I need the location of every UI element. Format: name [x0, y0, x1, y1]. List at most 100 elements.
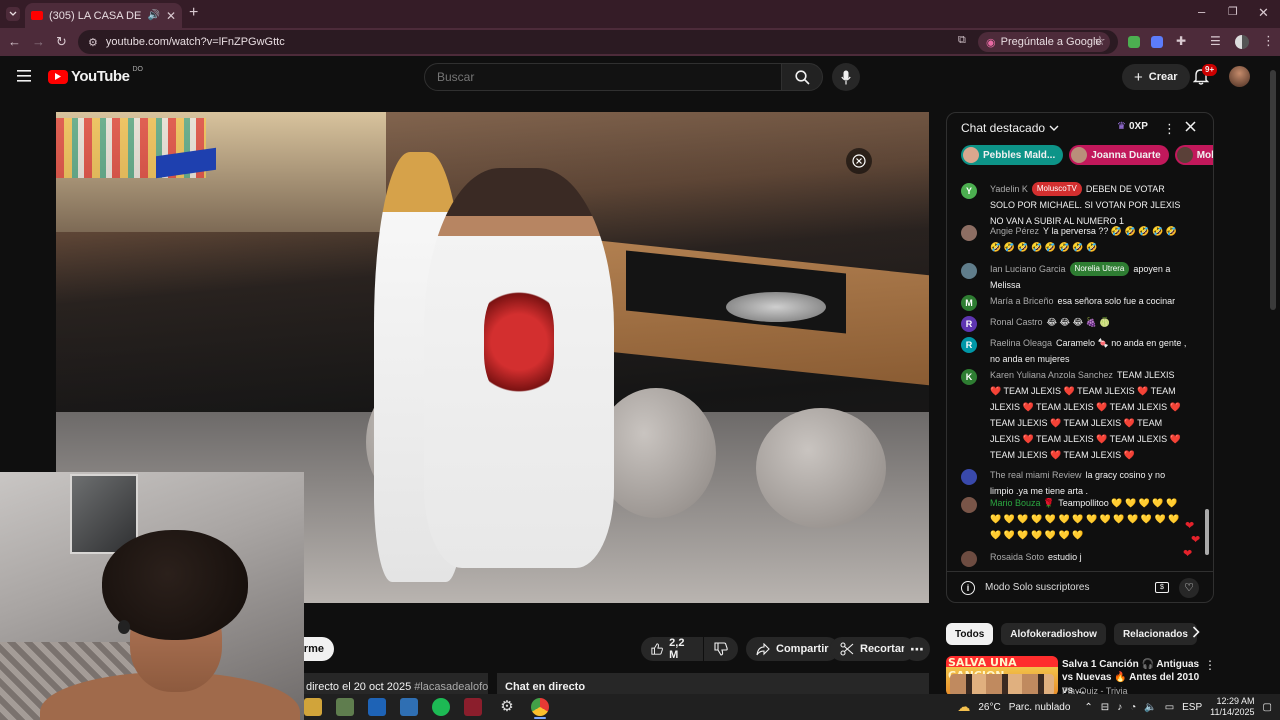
volume-icon[interactable]: 🔈 — [1144, 702, 1156, 713]
dislike-button[interactable] — [704, 637, 738, 661]
avatar — [1071, 147, 1088, 163]
like-button[interactable]: 2,2 M — [641, 637, 703, 661]
mention-badge[interactable]: Norelia Utrera — [1069, 262, 1130, 276]
xp-badge[interactable]: ♛ 0XP — [1117, 121, 1148, 132]
chat-author[interactable]: Yadelin K — [990, 184, 1028, 194]
reload-icon[interactable]: ↻ — [56, 34, 67, 50]
clip-button[interactable]: Recortar — [830, 637, 916, 661]
outlook-icon[interactable] — [368, 698, 386, 716]
spotify-icon[interactable] — [432, 698, 450, 716]
close-window-button[interactable]: ✕ — [1258, 5, 1269, 21]
translate-extension-icon[interactable] — [1151, 36, 1163, 48]
chip-relacionados[interactable]: Relacionados — [1113, 623, 1197, 645]
chat-author[interactable]: Ian Luciano Garcia — [990, 264, 1066, 274]
microphone-tray-icon[interactable]: ♪ — [1117, 702, 1122, 713]
notification-center-icon[interactable]: ▢ — [1263, 702, 1272, 713]
share-button[interactable]: Compartir — [746, 637, 839, 661]
audio-playing-icon[interactable]: 🔊 — [147, 10, 159, 21]
tray-chevron-icon[interactable]: ⌃ — [1084, 702, 1092, 713]
top-chatter-pill[interactable]: Joanna Duarte — [1069, 145, 1169, 165]
omnibox[interactable]: ⚙ youtube.com/watch?v=lFnZPGwGttc ◉ Preg… — [78, 30, 1118, 54]
chip-alofokeradioshow[interactable]: Alofokeradioshow — [1001, 623, 1106, 645]
thumbnail-faces — [950, 674, 1054, 696]
restore-window-button[interactable]: ❐ — [1228, 5, 1238, 18]
account-avatar[interactable] — [1229, 66, 1250, 87]
tab-title: (305) LA CASA DE ALOFOK — [49, 9, 142, 22]
heart-reaction-icon[interactable]: ♡ — [1179, 577, 1199, 598]
chat-menu-icon[interactable]: ⋮ — [1163, 121, 1176, 137]
settings-gear-icon[interactable]: ⚙ — [498, 698, 516, 716]
notifications-button[interactable]: 9+ — [1193, 64, 1218, 85]
language-indicator[interactable]: ESP — [1182, 702, 1202, 713]
battery-icon[interactable]: ▭ — [1165, 702, 1174, 713]
hamburger-menu-icon[interactable] — [17, 70, 31, 82]
recommended-menu-icon[interactable]: ⋮ — [1204, 658, 1216, 672]
site-settings-icon[interactable]: ⚙ — [88, 36, 98, 49]
url-text[interactable]: youtube.com/watch?v=lFnZPGwGttc — [106, 36, 285, 48]
bookmark-star-icon[interactable]: ☆ — [1094, 33, 1106, 49]
weather-temp[interactable]: 26°C — [978, 702, 1000, 713]
browser-tab[interactable]: (305) LA CASA DE ALOFOK 🔊 ✕ — [25, 3, 182, 28]
chat-author[interactable]: Mario Bouza 🌹 — [990, 498, 1054, 508]
chrome-icon[interactable] — [531, 698, 549, 716]
recommended-video[interactable]: SALVA UNA CANCION Salva 1 Canción 🎧 Anti… — [946, 656, 1216, 696]
page-scrollbar[interactable] — [1270, 70, 1276, 310]
chat-author[interactable]: Karen Yuliana Anzola Sanchez — [990, 370, 1113, 380]
search-box[interactable] — [424, 63, 782, 91]
chat-author[interactable]: Ronal Castro — [990, 317, 1043, 327]
chevron-down-icon[interactable] — [1049, 125, 1059, 131]
new-tab-button[interactable]: + — [189, 4, 198, 22]
weather-cloud-icon[interactable]: ☁ — [957, 699, 970, 715]
chat-author[interactable]: Angie Pérez — [990, 226, 1039, 236]
xp-value: 0XP — [1128, 121, 1148, 132]
clock-date: 11/14/2025 — [1210, 707, 1255, 717]
weather-text[interactable]: Parc. nublado — [1009, 702, 1071, 713]
chat-author[interactable]: Raelina Oleaga — [990, 338, 1052, 348]
store-app-icon[interactable] — [336, 698, 354, 716]
profile-avatar[interactable] — [1235, 35, 1249, 49]
create-button[interactable]: + Crear — [1122, 64, 1190, 90]
chips-next-icon[interactable] — [1192, 626, 1200, 638]
chat-mode-dropdown[interactable]: Chat destacado — [961, 121, 1045, 135]
chat-author[interactable]: Rosaida Soto — [990, 552, 1044, 562]
avatar — [963, 147, 979, 163]
tab-search-icon[interactable] — [6, 7, 20, 21]
top-chatter-pill[interactable]: Pebbles Mald... — [961, 145, 1064, 165]
chat-scrollbar[interactable] — [1205, 509, 1209, 555]
super-chat-icon[interactable]: $ — [1155, 582, 1169, 593]
network-icon[interactable]: ⊟ — [1101, 702, 1109, 713]
chat-message: Mario Bouza 🌹 Teampollitoo 💛 💛 💛 💛 💛 💛 💛 … — [961, 495, 1187, 543]
close-overlay-button[interactable] — [846, 148, 872, 174]
capcut-icon[interactable] — [464, 698, 482, 716]
search-button[interactable] — [781, 63, 823, 91]
info-icon[interactable]: i — [961, 580, 975, 595]
ask-google-button[interactable]: ◉ Pregúntale a Google — [978, 32, 1110, 52]
extension-icon[interactable] — [1128, 36, 1140, 48]
mention-badge[interactable]: MoluscoTV — [1031, 182, 1082, 196]
close-tab-icon[interactable]: ✕ — [166, 9, 176, 23]
chip-todos[interactable]: Todos — [946, 623, 994, 645]
chat-messages-list[interactable]: Y Yadelin K MoluscoTV DEBEN DE VOTAR SOLO … — [947, 177, 1205, 567]
calculator-app-icon[interactable] — [400, 698, 418, 716]
forward-arrow-icon[interactable]: → — [32, 34, 45, 49]
hashtag-link[interactable]: #lacasadealofoke — [414, 681, 488, 693]
extensions-puzzle-icon[interactable]: ✚ — [1176, 34, 1186, 48]
browser-menu-icon[interactable]: ⋮ — [1262, 33, 1275, 49]
clock[interactable]: 12:29 AM 11/14/2025 — [1210, 696, 1254, 718]
back-arrow-icon[interactable]: ← — [8, 34, 21, 49]
video-thumbnail[interactable]: SALVA UNA CANCION — [946, 656, 1058, 696]
install-app-icon[interactable]: ⧉ — [958, 34, 966, 47]
more-actions-button[interactable]: ⋯ — [904, 637, 930, 661]
file-explorer-icon[interactable] — [304, 698, 322, 716]
chat-close-icon[interactable] — [1185, 121, 1196, 132]
reading-list-icon[interactable]: ☰ — [1210, 34, 1221, 48]
voice-search-button[interactable] — [832, 63, 860, 91]
chat-author[interactable]: The real miami Review — [990, 470, 1082, 480]
chat-author[interactable]: María a Briceño — [990, 296, 1054, 306]
top-chatter-pill[interactable]: Molusco — [1174, 145, 1213, 165]
search-input[interactable] — [437, 70, 769, 84]
wifi-icon[interactable]: ◔ — [1130, 702, 1136, 713]
thumbs-down-icon — [714, 642, 728, 656]
youtube-logo[interactable]: YouTube DO — [48, 66, 143, 85]
minimize-window-button[interactable]: – — [1198, 4, 1205, 19]
